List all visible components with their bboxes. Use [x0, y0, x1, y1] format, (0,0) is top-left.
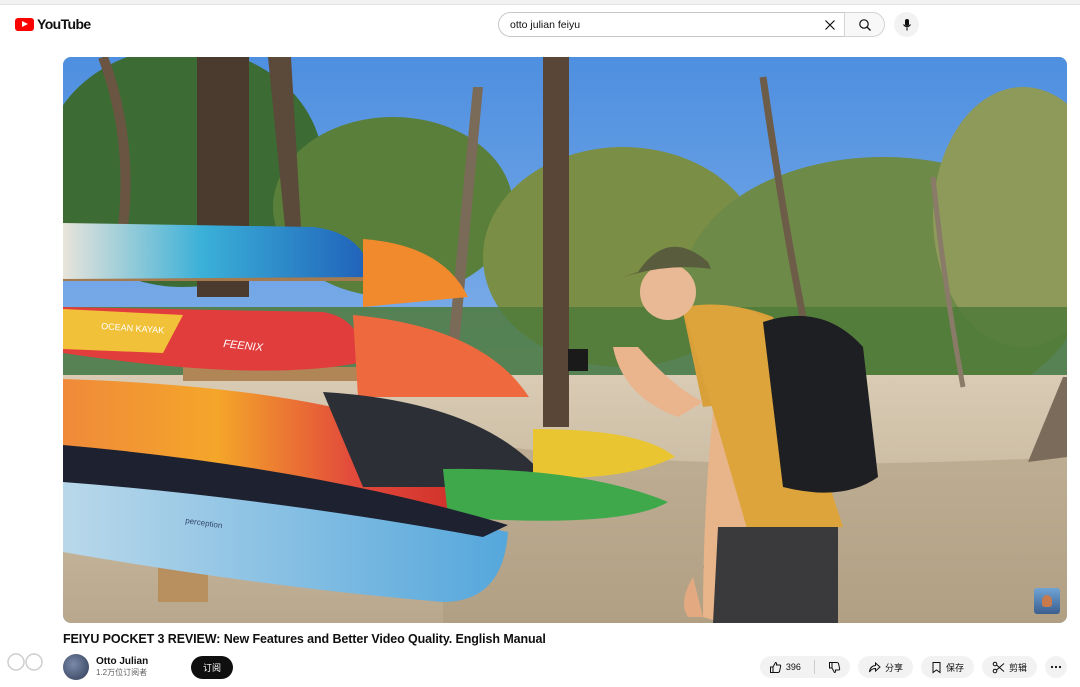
channel-avatar[interactable]	[63, 654, 89, 680]
video-player[interactable]: OCEAN KAYAK FEENIX perception	[63, 57, 1067, 623]
save-label: 保存	[945, 662, 964, 673]
browser-top-strip	[0, 0, 1080, 5]
like-button[interactable]: 396	[760, 656, 810, 678]
action-bar: 396 分享 保存 剪辑	[759, 656, 1067, 678]
logo-text: YouTube	[37, 16, 91, 32]
video-frame: OCEAN KAYAK FEENIX perception	[63, 57, 1067, 623]
search-icon	[858, 18, 871, 31]
subscribe-button[interactable]: 订阅	[191, 655, 234, 679]
share-button[interactable]: 分享	[857, 656, 913, 678]
subscriber-count: 1.2万位订阅者	[96, 668, 148, 677]
thumbs-down-icon	[828, 661, 841, 673]
search-button[interactable]	[844, 12, 885, 37]
channel-info: Otto Julian 1.2万位订阅者	[96, 656, 172, 678]
share-icon	[868, 661, 881, 672]
search-bar	[498, 12, 885, 37]
share-label: 分享	[884, 662, 903, 673]
search-input[interactable]	[510, 18, 810, 31]
dislike-button[interactable]	[819, 656, 850, 678]
like-count: 396	[785, 662, 801, 672]
more-actions-button[interactable]	[1045, 656, 1067, 678]
clip-button[interactable]: 剪辑	[981, 656, 1037, 678]
site-watermark	[6, 651, 50, 676]
masthead: YouTube	[0, 6, 1080, 48]
channel-watermark-icon[interactable]	[1034, 588, 1060, 614]
search-box	[498, 12, 844, 37]
like-dislike-group: 396	[759, 656, 850, 678]
save-button[interactable]: 保存	[920, 656, 974, 678]
thumbs-up-icon	[769, 661, 782, 673]
close-icon[interactable]	[822, 17, 838, 33]
more-horiz-icon	[1050, 665, 1062, 669]
bookmark-icon	[932, 661, 941, 673]
like-divider	[813, 660, 815, 674]
video-owner: Otto Julian 1.2万位订阅者 订阅	[63, 654, 234, 680]
video-title: FEIYU POCKET 3 REVIEW: New Features and …	[63, 632, 546, 646]
channel-name[interactable]: Otto Julian	[96, 656, 172, 667]
voice-search-button[interactable]	[894, 12, 919, 37]
mic-icon	[902, 18, 911, 30]
clip-label: 剪辑	[1008, 662, 1027, 673]
scissors-icon	[992, 661, 1005, 673]
youtube-logo[interactable]: YouTube	[15, 16, 91, 32]
youtube-play-icon	[15, 17, 34, 31]
